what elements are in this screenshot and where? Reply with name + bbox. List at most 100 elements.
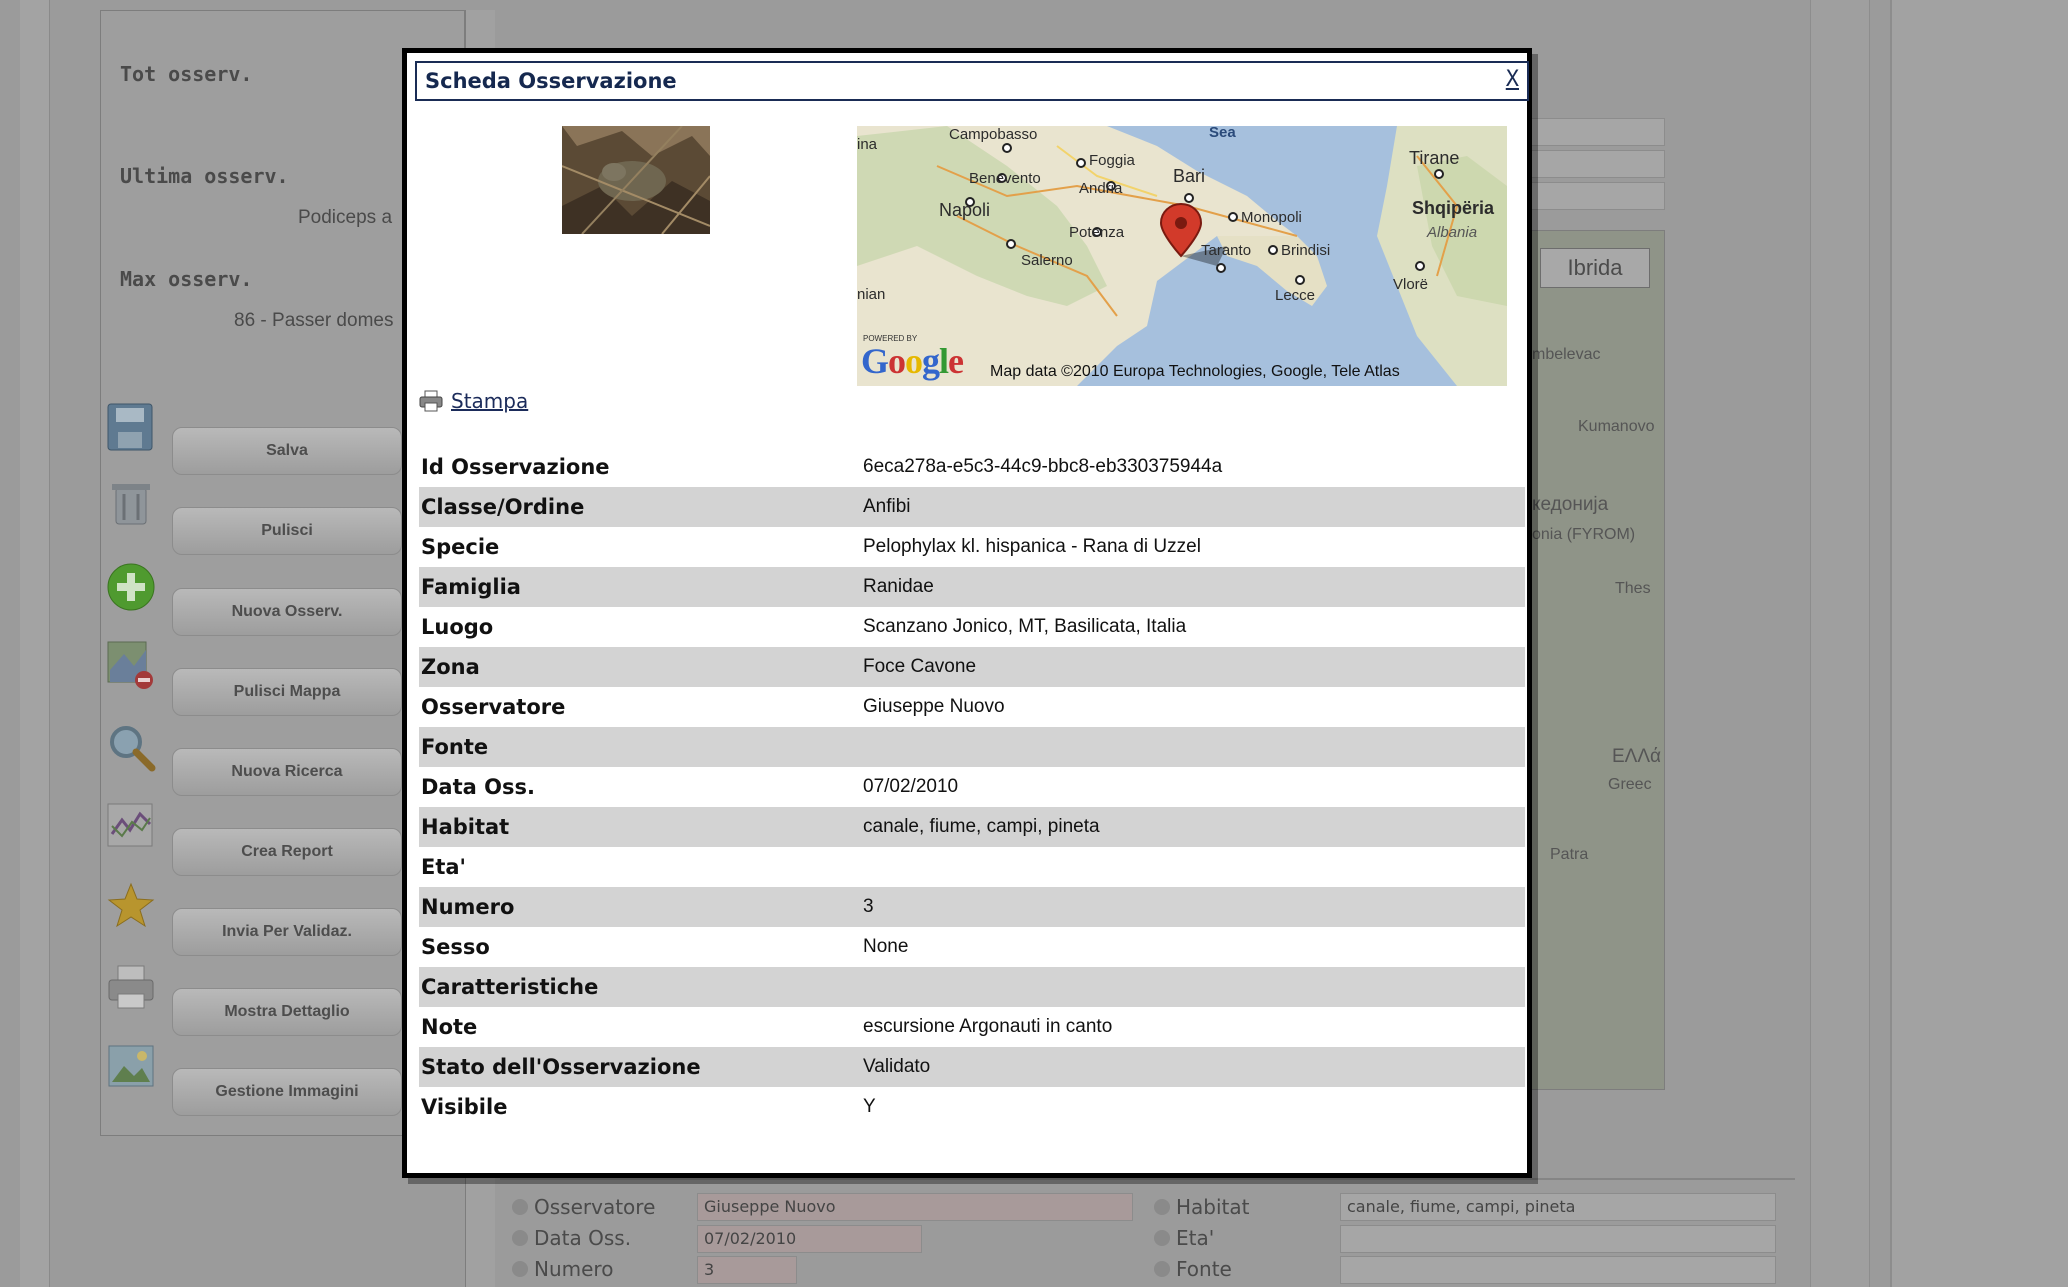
map-label: Vlorë: [1393, 276, 1429, 293]
detail-value: 3: [863, 896, 874, 917]
max-osserv-value: 86 - Passer domes: [234, 310, 394, 331]
detail-key: Eta': [421, 855, 466, 879]
bg-map-label: Patra: [1550, 846, 1589, 863]
map-label: Salerno: [1021, 252, 1073, 269]
map-label: Bari: [1173, 166, 1206, 186]
help-icon: [512, 1230, 528, 1246]
observation-modal: Scheda Osservazione X Campobasso Foggia …: [402, 48, 1532, 1178]
number-input[interactable]: 3: [697, 1256, 797, 1284]
google-logo[interactable]: Google: [861, 340, 964, 382]
clear-map-button[interactable]: Pulisci Mappa: [172, 668, 402, 716]
observation-photo[interactable]: [562, 126, 710, 234]
map-label: Andria: [1079, 180, 1123, 197]
help-icon: [1154, 1261, 1170, 1277]
detail-row: Zona Foce Cavone: [419, 647, 1525, 687]
print-label[interactable]: Stampa: [451, 389, 528, 413]
top-input-2[interactable]: [1530, 150, 1665, 178]
detail-value: Y: [863, 1096, 876, 1117]
detail-row: Stato dell'Osservazione Validato: [419, 1047, 1525, 1087]
help-icon: [1154, 1199, 1170, 1215]
image-manager-icon[interactable]: [106, 1042, 156, 1092]
left-margin-strip: [20, 0, 50, 1287]
detail-key: Stato dell'Osservazione: [421, 1055, 701, 1079]
close-button[interactable]: X: [1506, 67, 1519, 92]
search-icon[interactable]: [106, 722, 156, 772]
validate-star-icon[interactable]: [106, 880, 156, 930]
detail-row: Id Osservazione 6eca278a-e5c3-44c9-bbc8-e…: [419, 447, 1525, 487]
map-label: ina: [857, 136, 878, 153]
detail-key: Sesso: [421, 935, 490, 959]
detail-value: Scanzano Jonico, MT, Basilicata, Italia: [863, 616, 1187, 637]
top-input-3[interactable]: [1530, 182, 1665, 210]
map-label: Potenza: [1069, 224, 1125, 241]
help-icon: [1154, 1230, 1170, 1246]
detail-value: [859, 847, 1525, 887]
detail-value: Anfibi: [863, 496, 911, 517]
map-label: Lecce: [1275, 287, 1316, 304]
report-chart-icon[interactable]: [106, 800, 156, 850]
detail-row: Sesso None: [419, 927, 1525, 967]
detail-row: Note escursione Argonauti in canto: [419, 1007, 1525, 1047]
detail-row: Data Oss. 07/02/2010: [419, 767, 1525, 807]
detail-row: Osservatore Giuseppe Nuovo: [419, 687, 1525, 727]
map-label: Shqipëria: [1412, 198, 1495, 218]
last-osserv-value: Podiceps a: [298, 207, 393, 228]
detail-row: Habitat canale, fiume, campi, pineta: [419, 807, 1525, 847]
new-observation-button[interactable]: Nuova Osserv.: [172, 588, 402, 636]
map-label: Foggia: [1089, 152, 1135, 169]
detail-key: Classe/Ordine: [421, 495, 585, 519]
printer-icon: [419, 390, 443, 412]
habitat-field-label: Habitat: [1154, 1195, 1250, 1219]
bg-map-label: Kumanovo: [1578, 418, 1655, 435]
age-field-label: Eta': [1154, 1226, 1214, 1250]
source-input[interactable]: [1340, 1256, 1776, 1284]
detail-row: Eta': [419, 847, 1525, 887]
age-input[interactable]: [1340, 1225, 1776, 1253]
map-label: Sea: [1209, 126, 1236, 141]
top-input-1[interactable]: [1530, 118, 1665, 146]
save-icon[interactable]: [106, 402, 156, 452]
map-label: Albania: [1427, 224, 1478, 241]
max-osserv-label: Max osserv.: [120, 267, 253, 291]
printer-icon[interactable]: [106, 962, 156, 1012]
observation-details-table: Id Osservazione 6eca278a-e5c3-44c9-bbc8-e…: [419, 447, 1525, 1127]
form-divider: [500, 1178, 1795, 1180]
detail-value: 07/02/2010: [863, 776, 959, 797]
trash-icon[interactable]: [106, 478, 156, 528]
detail-row: Classe/Ordine Anfibi: [419, 487, 1525, 527]
detail-key: Habitat: [421, 815, 510, 839]
observer-field-label: Osservatore: [512, 1195, 655, 1219]
image-management-button[interactable]: Gestione Immagini: [172, 1068, 402, 1116]
send-validation-button[interactable]: Invia Per Validaz.: [172, 908, 402, 956]
detail-key: Data Oss.: [421, 775, 535, 799]
map-copyright[interactable]: Map data ©2010 Europa Technologies, Goog…: [990, 363, 1400, 381]
source-field-label: Fonte: [1154, 1257, 1232, 1281]
date-input[interactable]: 07/02/2010: [697, 1225, 922, 1253]
detail-value: canale, fiume, campi, pineta: [863, 816, 1100, 837]
map-label: Tirane: [1409, 148, 1460, 168]
show-detail-button[interactable]: Mostra Dettaglio: [172, 988, 402, 1036]
map-label: nian: [857, 286, 886, 303]
map-label: Brindisi: [1281, 242, 1331, 259]
bg-map-label: onia (FYROM): [1532, 526, 1636, 543]
detail-key: Note: [421, 1015, 478, 1039]
detail-row: Caratteristiche: [419, 967, 1525, 1007]
create-report-button[interactable]: Crea Report: [172, 828, 402, 876]
detail-value: [859, 727, 1525, 767]
observer-input[interactable]: Giuseppe Nuovo: [697, 1193, 1133, 1221]
print-link[interactable]: Stampa: [419, 389, 528, 413]
add-icon[interactable]: [106, 562, 156, 612]
detail-value: Pelophylax kl. hispanica - Rana di Uzzel: [863, 536, 1201, 557]
number-field-label: Numero: [512, 1257, 613, 1281]
detail-value: 6eca278a-e5c3-44c9-bbc8-eb330375944a: [863, 456, 1223, 477]
habitat-input[interactable]: canale, fiume, campi, pineta: [1340, 1193, 1776, 1221]
new-search-button[interactable]: Nuova Ricerca: [172, 748, 402, 796]
detail-row: Visibile Y: [419, 1087, 1525, 1127]
clear-map-icon[interactable]: [106, 640, 156, 690]
map-type-hybrid-button[interactable]: Ibrida: [1540, 248, 1650, 288]
bg-map-label: Greec: [1608, 776, 1652, 793]
save-button[interactable]: Salva: [172, 427, 402, 475]
detail-row: Famiglia Ranidae: [419, 567, 1525, 607]
location-map[interactable]: Campobasso Foggia Benevento Andria Bari …: [857, 126, 1507, 386]
clear-button[interactable]: Pulisci: [172, 507, 402, 555]
